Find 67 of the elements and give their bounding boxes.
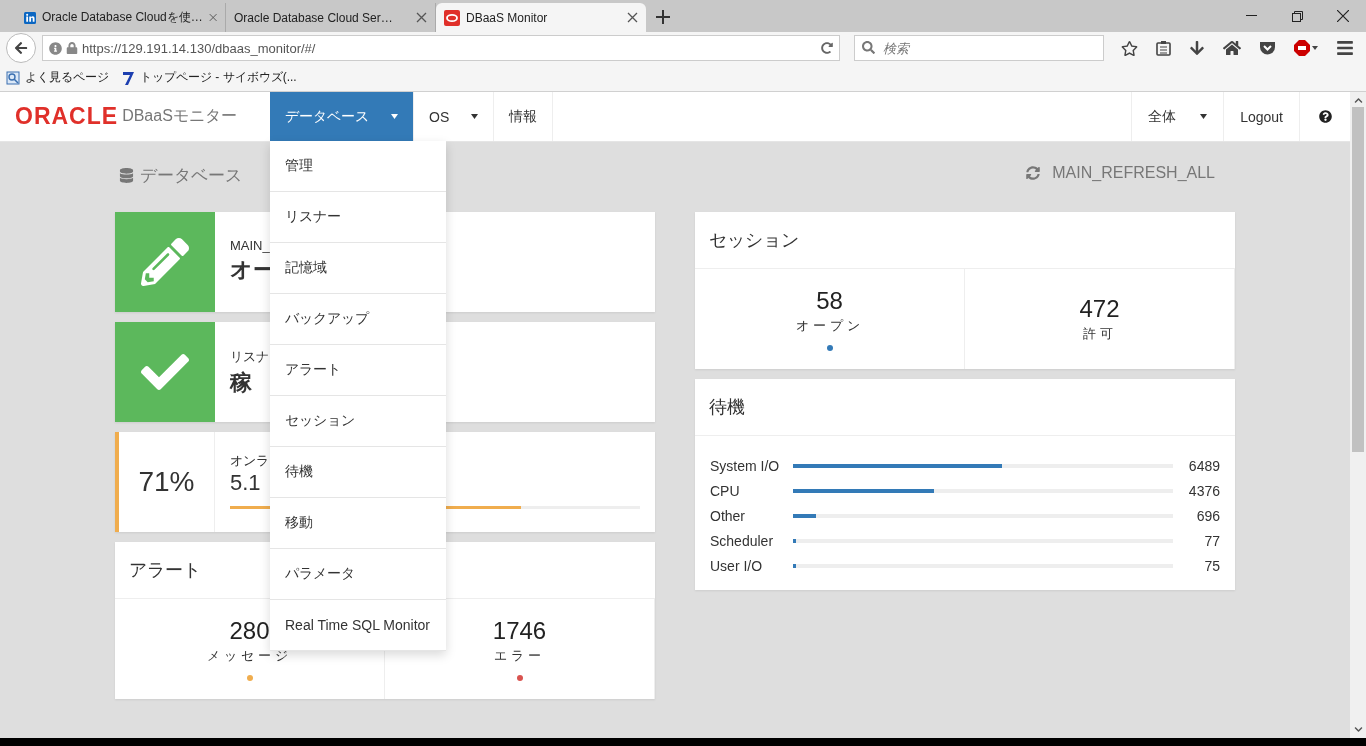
minimize-icon[interactable] — [1245, 15, 1257, 17]
bookmark-link[interactable]: よく見るページ — [6, 69, 109, 86]
star-icon[interactable] — [1121, 39, 1138, 57]
close-icon[interactable] — [627, 12, 638, 23]
close-icon[interactable] — [416, 12, 427, 23]
close-icon[interactable] — [1337, 10, 1349, 22]
back-button[interactable] — [6, 33, 36, 63]
browser-tab[interactable]: DBaaS Monitor — [436, 3, 646, 32]
panel-title: 待機 — [709, 396, 745, 419]
status-label: MAIN_ — [230, 238, 270, 253]
status-value: 稼 — [230, 369, 252, 397]
menu-icon[interactable] — [1336, 39, 1354, 57]
adblock-icon[interactable] — [1294, 40, 1318, 56]
new-tab-icon[interactable] — [656, 10, 670, 24]
scroll-thumb[interactable] — [1352, 107, 1364, 452]
stat-value: 280 — [229, 617, 270, 645]
brand-logo: ORACLE — [15, 103, 119, 130]
wait-name: System I/O — [710, 457, 781, 474]
back-arrow-icon[interactable] — [14, 41, 28, 55]
scroll-down-icon[interactable] — [1353, 725, 1363, 734]
wait-value: 77 — [1203, 532, 1220, 549]
scrollbar[interactable] — [1350, 92, 1366, 738]
status-label: リスナ — [230, 348, 269, 366]
app-icon — [444, 9, 460, 26]
panel-title: アラート — [129, 559, 201, 582]
nav-item[interactable]: 全体 — [1131, 92, 1224, 141]
search-field[interactable]: 検索 — [854, 35, 1104, 61]
database-icon — [119, 168, 134, 183]
wait-name: User I/O — [710, 557, 764, 574]
stat-value: 472 — [1079, 295, 1120, 323]
page-title: データベース — [140, 165, 242, 187]
address-field[interactable]: https://129.191.14.130/dbaas_monitor/#/ — [42, 35, 840, 61]
nav-item[interactable]: データベース — [270, 92, 414, 141]
download-icon[interactable] — [1189, 40, 1205, 56]
stat-label: 許可 — [1082, 325, 1117, 343]
wait-name: CPU — [710, 482, 741, 499]
reading-list-icon[interactable] — [1156, 40, 1171, 56]
refresh-icon[interactable] — [1026, 166, 1041, 180]
usage-label: オンラ — [230, 452, 269, 470]
stat-label: オープン — [795, 317, 864, 335]
wait-name: Scheduler — [710, 532, 775, 549]
stat-value: 58 — [816, 287, 843, 315]
restore-icon[interactable] — [1291, 10, 1303, 22]
usage-value: 5.1 — [230, 470, 261, 496]
scroll-up-icon[interactable] — [1353, 96, 1363, 105]
info-icon[interactable] — [49, 41, 62, 55]
pocket-icon[interactable] — [1259, 40, 1276, 56]
wait-value: 6489 — [1187, 457, 1220, 474]
stat-label: エラー — [494, 647, 545, 665]
usage-percent: 71% — [119, 432, 215, 532]
wait-value: 75 — [1203, 557, 1220, 574]
home-icon[interactable] — [1223, 39, 1241, 57]
app-icon — [24, 9, 36, 26]
brand-title: DBaaSモニター — [122, 106, 237, 126]
page-icon — [6, 70, 20, 85]
bookmark-link[interactable]: トップページ - サイボウズ(... — [121, 69, 297, 86]
pencil-icon — [141, 238, 189, 286]
reload-icon[interactable] — [821, 42, 833, 54]
bookmark-icon — [121, 69, 135, 86]
wait-value: 696 — [1195, 507, 1220, 524]
lock-icon[interactable] — [66, 42, 78, 54]
panel-title: セッション — [709, 229, 799, 252]
search-icon — [862, 41, 875, 54]
stat-value: 1746 — [492, 617, 547, 645]
wait-name: Other — [710, 507, 746, 524]
wait-value: 4376 — [1187, 482, 1220, 499]
help-icon[interactable] — [1318, 110, 1332, 123]
